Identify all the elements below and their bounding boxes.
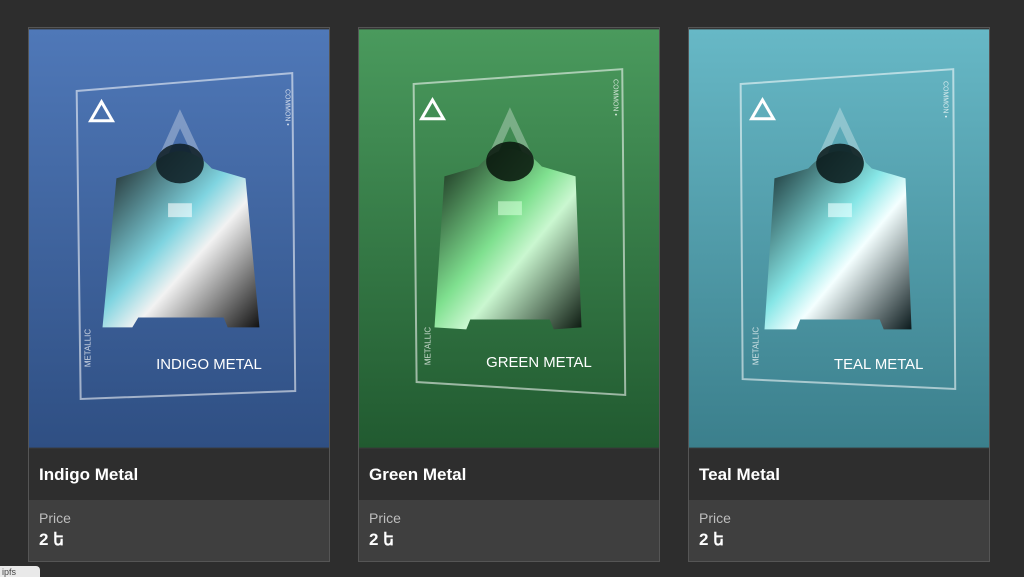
nft-card-teal-metal[interactable]: METALLIC COMMON • TEAL METAL Teal Metal …	[688, 27, 990, 562]
art-side-right-text: COMMON •	[611, 79, 618, 116]
hoodie-artwork: METALLIC COMMON • INDIGO METAL	[29, 29, 329, 448]
card-title: Green Metal	[359, 449, 659, 500]
price-label: Price	[699, 510, 731, 526]
price-value: 2 ե	[369, 530, 394, 549]
art-side-left-text: METALLIC	[84, 329, 93, 367]
card-artwork[interactable]: METALLIC COMMON • GREEN METAL	[359, 28, 659, 449]
price-section: Price 2 ե	[29, 500, 329, 561]
nft-card-green-metal[interactable]: METALLIC COMMON • GREEN METAL Green Meta…	[358, 27, 660, 562]
card-artwork[interactable]: METALLIC COMMON • TEAL METAL	[689, 28, 989, 449]
art-side-left-text: METALLIC	[752, 327, 761, 365]
card-artwork[interactable]: METALLIC COMMON • INDIGO METAL	[29, 28, 329, 449]
art-caption: GREEN METAL	[486, 355, 592, 371]
hoodie-artwork: METALLIC COMMON • GREEN METAL	[359, 29, 659, 448]
art-caption: INDIGO METAL	[156, 357, 262, 373]
status-bar-tooltip: ipfs	[0, 566, 40, 577]
art-caption: TEAL METAL	[834, 357, 923, 373]
price-label: Price	[369, 510, 401, 526]
art-side-right-text: COMMON •	[283, 89, 290, 126]
price-value: 2 ե	[39, 530, 64, 549]
hoodie-artwork: METALLIC COMMON • TEAL METAL	[689, 29, 989, 448]
price-section: Price 2 ե	[359, 500, 659, 561]
price-label: Price	[39, 510, 71, 526]
card-title: Teal Metal	[689, 449, 989, 500]
card-title: Indigo Metal	[29, 449, 329, 500]
nft-card-indigo-metal[interactable]: METALLIC COMMON • INDIGO METAL Indigo Me…	[28, 27, 330, 562]
art-side-right-text: COMMON •	[941, 81, 948, 118]
price-value: 2 ե	[699, 530, 724, 549]
price-section: Price 2 ե	[689, 500, 989, 561]
art-side-left-text: METALLIC	[424, 327, 433, 365]
